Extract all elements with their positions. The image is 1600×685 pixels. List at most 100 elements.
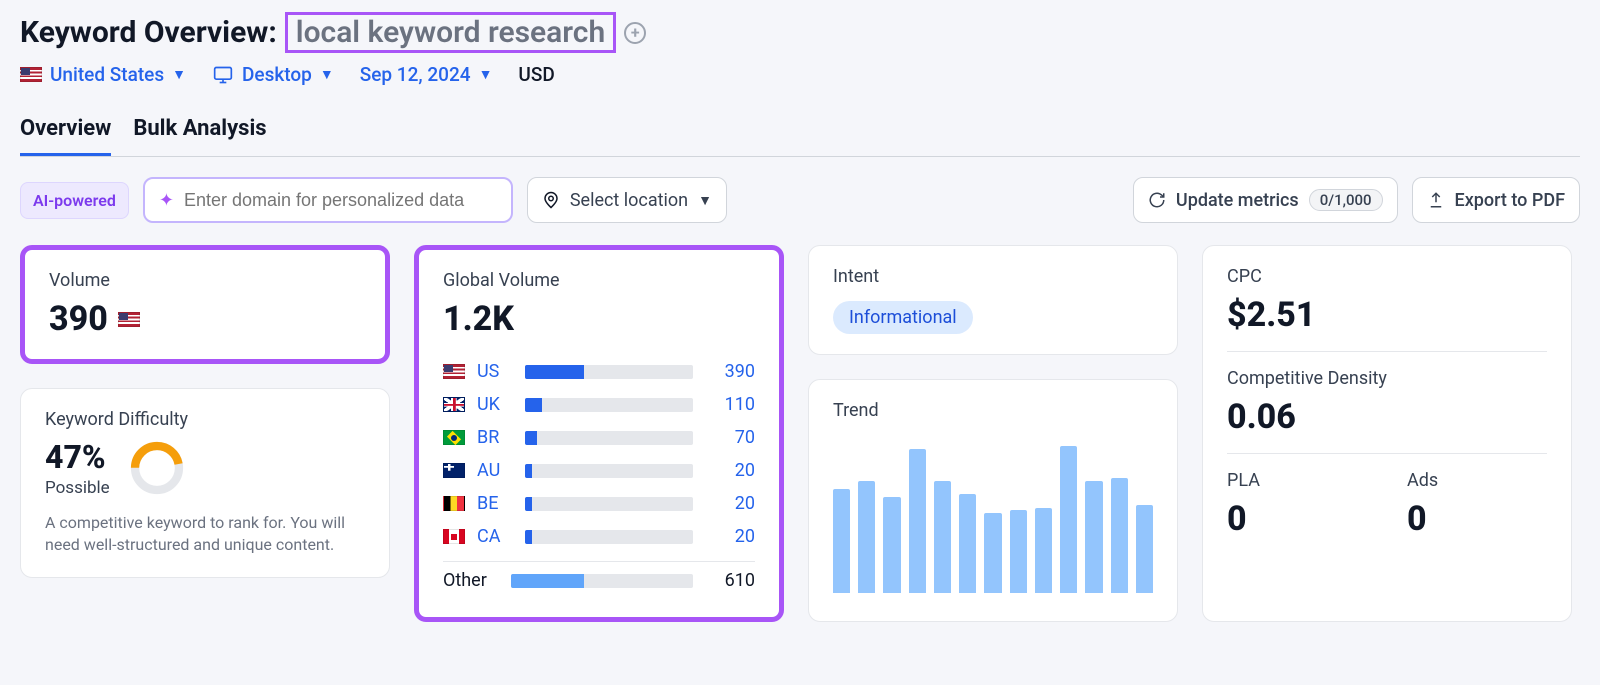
flag-icon <box>443 430 465 445</box>
tabs: Overview Bulk Analysis <box>20 110 1580 157</box>
date-filter[interactable]: Sep 12, 2024 ▼ <box>360 63 493 86</box>
trend-bar <box>1136 505 1153 593</box>
trend-card: Trend <box>808 379 1178 622</box>
gv-country-code: BR <box>477 427 513 448</box>
volume-card: Volume 390 <box>20 245 390 364</box>
tab-bulk-analysis[interactable]: Bulk Analysis <box>133 110 266 156</box>
date-filter-label: Sep 12, 2024 <box>360 63 471 86</box>
gv-country-code: BE <box>477 493 513 514</box>
global-volume-title: Global Volume <box>443 270 755 291</box>
ads-title: Ads <box>1407 470 1547 491</box>
gv-bar <box>525 530 693 544</box>
ai-powered-badge: AI-powered <box>20 182 129 219</box>
ads-value: 0 <box>1407 499 1547 539</box>
trend-bar <box>1035 508 1052 593</box>
cd-value: 0.06 <box>1227 397 1547 437</box>
cd-title: Competitive Density <box>1227 368 1547 389</box>
cpc-title: CPC <box>1227 266 1547 287</box>
gv-row[interactable]: US 390 <box>443 355 755 388</box>
chevron-down-icon: ▼ <box>698 192 712 209</box>
trend-bar <box>1010 510 1027 593</box>
trend-bar <box>858 481 875 593</box>
page-title-keyword: local keyword research <box>285 12 616 53</box>
gv-row[interactable]: BR 70 <box>443 421 755 454</box>
pla-title: PLA <box>1227 470 1367 491</box>
gv-country-code: CA <box>477 526 513 547</box>
kd-description: A competitive keyword to rank for. You w… <box>45 512 365 557</box>
gv-bar <box>525 497 693 511</box>
gv-bar <box>525 431 693 445</box>
chevron-down-icon: ▼ <box>320 66 334 83</box>
flag-icon <box>443 496 465 511</box>
gv-bar <box>525 365 693 379</box>
export-icon <box>1427 191 1445 209</box>
trend-bar <box>1060 446 1077 593</box>
chevron-down-icon: ▼ <box>172 66 186 83</box>
kd-donut-chart <box>128 439 186 497</box>
gv-value: 70 <box>705 427 755 448</box>
currency-label: USD <box>518 63 554 86</box>
trend-bar <box>984 513 1001 593</box>
trend-bar <box>833 489 850 593</box>
gv-value: 20 <box>705 493 755 514</box>
pla-value: 0 <box>1227 499 1367 539</box>
trend-title: Trend <box>833 400 1153 421</box>
intent-badge: Informational <box>833 301 973 334</box>
gv-value: 20 <box>705 526 755 547</box>
flag-icon <box>443 397 465 412</box>
trend-bar <box>1085 481 1102 593</box>
country-filter[interactable]: United States ▼ <box>20 63 186 86</box>
intent-title: Intent <box>833 266 1153 287</box>
select-location-button[interactable]: Select location ▼ <box>527 177 727 223</box>
kd-value: 47% <box>45 438 110 476</box>
volume-title: Volume <box>49 270 361 291</box>
page-title-label: Keyword Overview: <box>20 15 277 50</box>
sparkle-icon: ✦ <box>159 190 174 211</box>
update-metrics-button[interactable]: Update metrics 0/1,000 <box>1133 177 1398 223</box>
gv-other-label: Other <box>443 570 499 591</box>
domain-input[interactable] <box>184 190 497 211</box>
export-pdf-label: Export to PDF <box>1455 190 1565 211</box>
gv-country-code: UK <box>477 394 513 415</box>
gv-country-code: AU <box>477 460 513 481</box>
trend-bar <box>959 494 976 593</box>
refresh-icon <box>1148 191 1166 209</box>
volume-value: 390 <box>49 299 108 339</box>
gv-other-bar <box>511 574 693 588</box>
device-filter-label: Desktop <box>242 63 312 86</box>
update-metrics-count: 0/1,000 <box>1309 189 1383 211</box>
gv-row[interactable]: BE 20 <box>443 487 755 520</box>
domain-input-wrap[interactable]: ✦ <box>143 177 513 223</box>
gv-country-code: US <box>477 361 513 382</box>
trend-bar <box>909 449 926 593</box>
desktop-icon <box>212 65 234 85</box>
gv-value: 20 <box>705 460 755 481</box>
gv-row[interactable]: CA 20 <box>443 520 755 553</box>
kd-title: Keyword Difficulty <box>45 409 365 430</box>
us-flag-icon <box>118 312 140 327</box>
flag-icon <box>443 529 465 544</box>
add-keyword-icon[interactable]: + <box>624 22 646 44</box>
gv-bar <box>525 398 693 412</box>
country-filter-label: United States <box>50 63 164 86</box>
intent-card: Intent Informational <box>808 245 1178 355</box>
chevron-down-icon: ▼ <box>479 66 493 83</box>
gv-value: 390 <box>705 361 755 382</box>
cpc-value: $2.51 <box>1227 295 1547 335</box>
keyword-difficulty-card: Keyword Difficulty 47% Possible A compet… <box>20 388 390 578</box>
gv-other-value: 610 <box>705 570 755 591</box>
gv-row[interactable]: UK110 <box>443 388 755 421</box>
device-filter[interactable]: Desktop ▼ <box>212 63 334 86</box>
trend-bar <box>1111 478 1128 593</box>
us-flag-icon <box>20 67 42 82</box>
update-metrics-label: Update metrics <box>1176 190 1299 211</box>
export-pdf-button[interactable]: Export to PDF <box>1412 177 1580 223</box>
trend-bar <box>934 481 951 593</box>
flag-icon <box>443 364 465 379</box>
tab-overview[interactable]: Overview <box>20 110 111 156</box>
flag-icon <box>443 463 465 478</box>
location-pin-icon <box>542 190 560 210</box>
gv-row[interactable]: AU 20 <box>443 454 755 487</box>
select-location-label: Select location <box>570 190 688 211</box>
global-volume-card: Global Volume 1.2K US390UK110BR70AU20BE2… <box>414 245 784 622</box>
